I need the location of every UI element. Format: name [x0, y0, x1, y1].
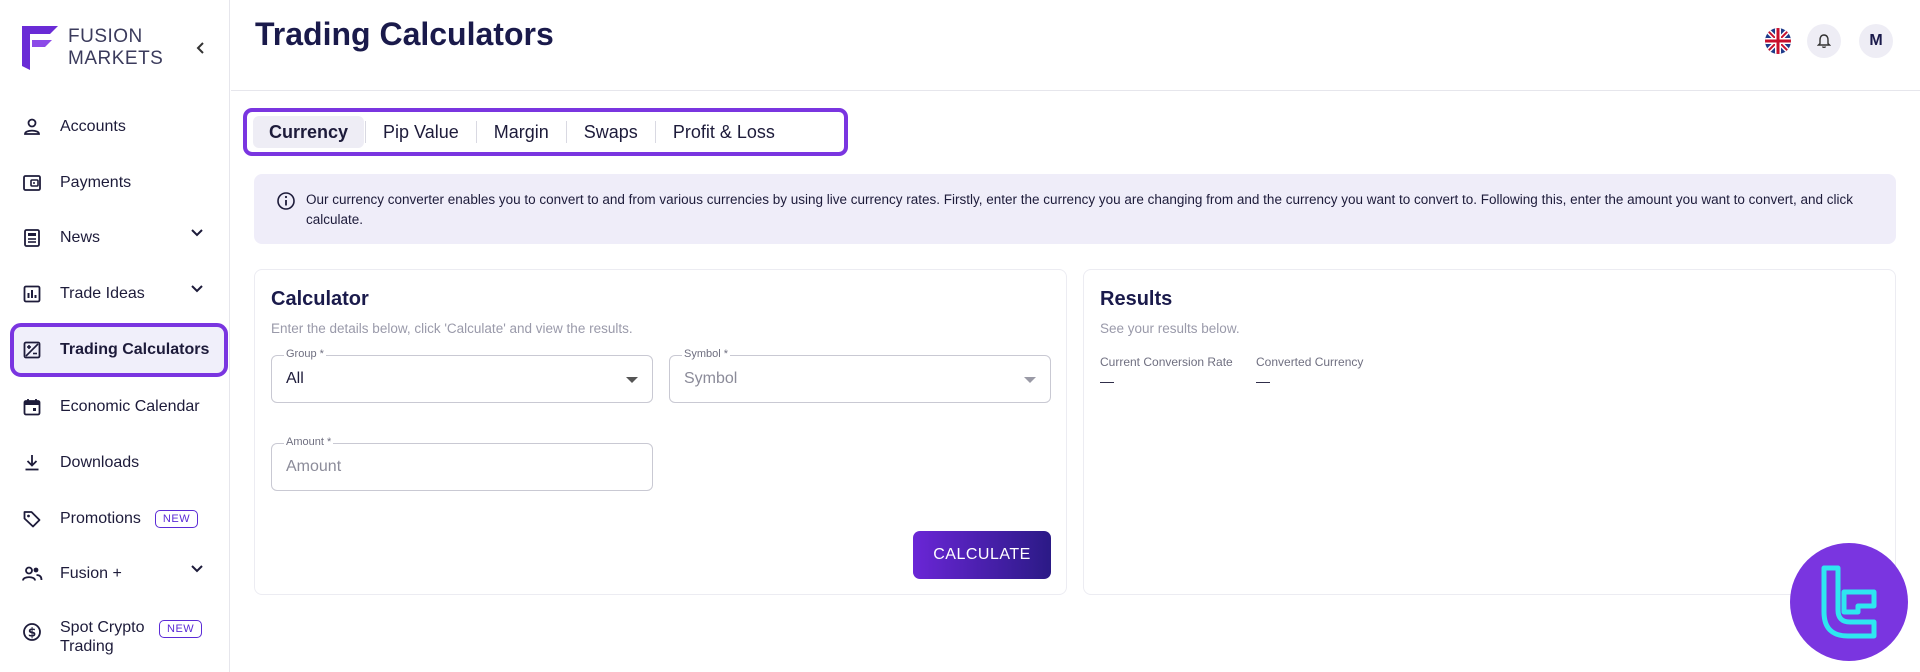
calculator-tabs: Currency Pip Value Margin Swaps Profit &…: [243, 108, 848, 156]
tab-divider: [365, 121, 367, 143]
avatar[interactable]: M: [1859, 24, 1893, 58]
new-badge: NEW: [154, 510, 199, 528]
sidebar-item-spot-crypto-trading[interactable]: $ Spot Crypto Trading NEW: [12, 612, 226, 664]
group-icon: [20, 562, 44, 586]
sidebar-item-label: Spot Crypto Trading: [60, 619, 145, 655]
tab-margin[interactable]: Margin: [478, 116, 565, 148]
chevron-down-icon: [191, 565, 203, 573]
sidebar-item-trade-ideas[interactable]: Trade Ideas: [12, 269, 226, 319]
tab-divider: [565, 121, 567, 143]
tab-divider: [475, 121, 477, 143]
page-title: Trading Calculators: [255, 16, 554, 52]
conversion-rate-label: Current Conversion Rate: [1100, 355, 1233, 369]
calendar-icon: [20, 395, 44, 419]
collapse-sidebar-button[interactable]: [190, 36, 212, 60]
group-label: Group *: [284, 348, 326, 360]
calculator-subtitle: Enter the details below, click 'Calculat…: [271, 321, 633, 336]
newspaper-icon: [20, 226, 44, 250]
sidebar-item-label: Accounts: [60, 118, 126, 135]
sidebar-item-label: Fusion +: [60, 565, 122, 582]
calculate-button[interactable]: CALCULATE: [913, 531, 1051, 579]
wallet-icon: [20, 171, 44, 195]
header: Trading Calculators M: [231, 0, 1920, 91]
info-icon: [277, 192, 295, 210]
converted-currency-result: Converted Currency —: [1256, 355, 1363, 389]
tab-currency[interactable]: Currency: [253, 116, 365, 148]
sidebar-item-news[interactable]: News: [12, 213, 226, 263]
new-badge: NEW: [159, 620, 203, 638]
notifications-button[interactable]: [1807, 24, 1841, 58]
symbol-label: Symbol *: [682, 348, 731, 360]
crypto-icon: $: [20, 620, 44, 644]
user-icon: [20, 115, 44, 139]
amount-input[interactable]: Amount * Amount: [271, 436, 653, 491]
caret-down-icon: [626, 377, 638, 383]
results-subtitle: See your results below.: [1100, 321, 1240, 336]
tab-profit-loss[interactable]: Profit & Loss: [657, 116, 791, 148]
info-text: Our currency converter enables you to co…: [306, 192, 1853, 227]
fusion-markets-logo[interactable]: FUSION MARKETS: [18, 22, 163, 74]
svg-text:$: $: [28, 626, 36, 640]
group-select[interactable]: Group * All: [271, 348, 653, 403]
sidebar-item-trading-calculators[interactable]: Trading Calculators: [10, 323, 228, 377]
brand-watermark-icon: [1790, 543, 1908, 661]
logo-text: FUSION MARKETS: [68, 26, 164, 69]
sidebar-item-fusion-plus[interactable]: Fusion +: [12, 549, 226, 599]
bell-icon: [1817, 34, 1831, 49]
calculator-title: Calculator: [271, 288, 369, 310]
converted-currency-value: —: [1256, 373, 1270, 389]
calculator-icon: [20, 338, 44, 362]
sidebar-item-economic-calendar[interactable]: Economic Calendar: [12, 382, 226, 432]
amount-placeholder: Amount: [286, 458, 342, 475]
sidebar-item-payments[interactable]: Payments: [12, 158, 226, 208]
chevron-left-icon: [196, 42, 204, 54]
chevron-down-icon: [191, 285, 203, 293]
sidebar-item-label: Trade Ideas: [60, 285, 145, 302]
sidebar-item-accounts[interactable]: Accounts: [12, 102, 226, 152]
tab-swaps[interactable]: Swaps: [568, 116, 654, 148]
bar-chart-icon: [20, 282, 44, 306]
calculator-card: Calculator Enter the details below, clic…: [254, 269, 1067, 595]
symbol-placeholder: Symbol: [684, 370, 738, 387]
results-card: Results See your results below. Current …: [1083, 269, 1896, 595]
sidebar-item-promotions[interactable]: Promotions NEW: [12, 494, 226, 544]
sidebar-item-label: Promotions: [60, 510, 141, 527]
uk-flag-icon[interactable]: [1765, 28, 1791, 54]
fusion-logo-icon: [22, 26, 58, 70]
group-value: All: [286, 370, 304, 387]
sidebar-item-label: Payments: [60, 174, 132, 191]
converted-currency-label: Converted Currency: [1256, 355, 1364, 369]
chevron-down-icon: [191, 229, 203, 237]
conversion-rate-value: —: [1100, 373, 1114, 389]
info-banner: Our currency converter enables you to co…: [254, 174, 1896, 244]
sidebar-item-downloads[interactable]: Downloads: [12, 438, 226, 488]
caret-down-icon: [1024, 377, 1036, 383]
sidebar-item-label: Economic Calendar: [60, 398, 200, 415]
tag-icon: [20, 507, 44, 531]
tab-pip-value[interactable]: Pip Value: [367, 116, 475, 148]
download-icon: [20, 451, 44, 475]
results-title: Results: [1100, 288, 1173, 310]
sidebar-item-label: Trading Calculators: [60, 341, 210, 358]
tab-divider: [654, 121, 656, 143]
conversion-rate-result: Current Conversion Rate —: [1100, 355, 1233, 389]
sidebar-item-label: Downloads: [60, 454, 140, 471]
symbol-select[interactable]: Symbol * Symbol: [669, 348, 1051, 403]
sidebar: FUSION MARKETS Accounts Payments News Tr…: [0, 0, 230, 672]
sidebar-item-label: News: [60, 229, 101, 246]
amount-label: Amount *: [284, 436, 334, 448]
